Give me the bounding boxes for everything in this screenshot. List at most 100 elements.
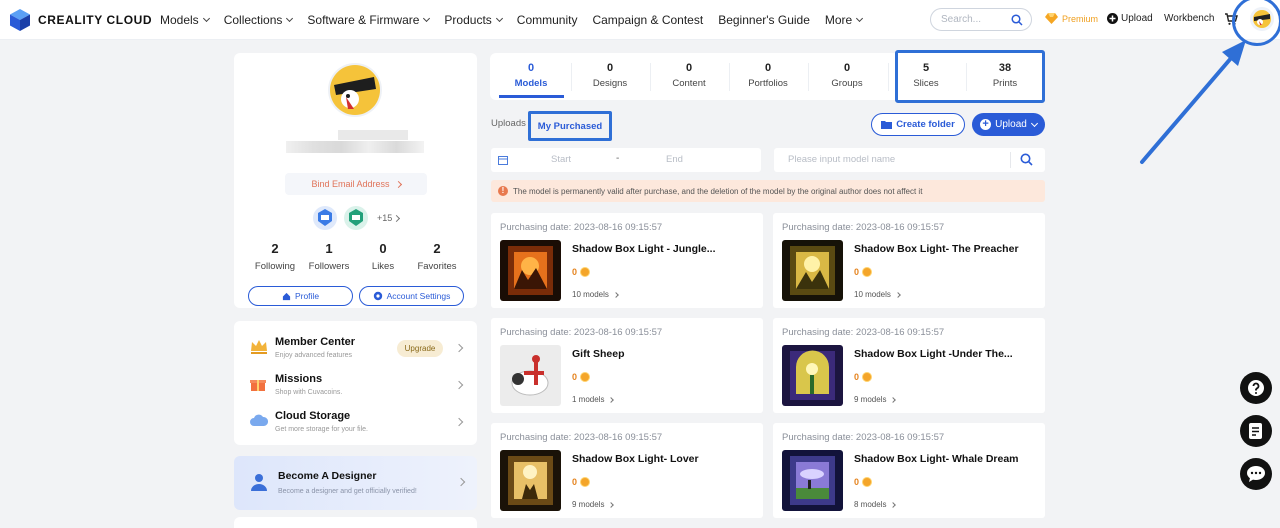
profile-avatar[interactable] (328, 63, 382, 117)
tab-label: Designs (592, 78, 628, 89)
model-thumbnail-image[interactable] (500, 240, 561, 301)
stat-following[interactable]: 2 Following (248, 241, 302, 272)
bind-email-label: Bind Email Address (311, 179, 390, 189)
model-search (774, 148, 1045, 172)
header-search-input[interactable] (941, 14, 1011, 25)
purchase-card[interactable]: Purchasing date: 2023-08-16 09:15:57 Sha… (773, 318, 1045, 413)
crown-icon (251, 340, 267, 354)
tab-models[interactable]: 0 Models (492, 53, 570, 100)
model-thumbnail-image[interactable] (500, 450, 561, 511)
models-count-link[interactable]: 10 models (854, 290, 901, 299)
nav-beginners-guide[interactable]: Beginner's Guide (718, 13, 810, 27)
profile-button[interactable]: Profile (248, 286, 353, 306)
date-start-field[interactable]: Start (551, 154, 571, 165)
model-title[interactable]: Shadow Box Light- The Preacher (854, 243, 1019, 255)
upload-button[interactable]: + Upload (972, 113, 1045, 136)
nav-more[interactable]: More (824, 13, 864, 27)
search-icon[interactable] (1011, 14, 1023, 26)
missions-item[interactable]: Missions Shop with Cuvacoins. (248, 372, 468, 406)
purchase-card[interactable]: Purchasing date: 2023-08-16 09:15:57 Sha… (491, 213, 763, 308)
nav-more-label: More (824, 13, 853, 27)
member-center-item[interactable]: Member Center Enjoy advanced features Up… (248, 335, 468, 369)
coin-icon (862, 372, 873, 382)
model-title[interactable]: Shadow Box Light- Whale Dream (854, 453, 1019, 465)
purchase-card[interactable]: Purchasing date: 2023-08-16 09:15:57 Sha… (773, 213, 1045, 308)
purchase-notice: ! The model is permanently valid after p… (491, 180, 1045, 202)
model-price: 0 (854, 267, 873, 277)
date-end-field[interactable]: End (666, 154, 683, 165)
become-designer-card[interactable]: Become A Designer Become a designer and … (234, 456, 477, 510)
model-price: 0 (572, 267, 591, 277)
purchase-date: Purchasing date: 2023-08-16 09:15:57 (782, 222, 945, 233)
chevron-down-icon (495, 14, 503, 23)
nav-guide-label: Beginner's Guide (718, 13, 810, 27)
nav-software-firmware[interactable]: Software & Firmware (307, 13, 431, 27)
price-value: 0 (854, 477, 860, 487)
calendar-icon (498, 156, 508, 165)
help-icon[interactable] (1240, 372, 1272, 404)
cloud-storage-item[interactable]: Cloud Storage Get more storage for your … (248, 409, 468, 443)
header-upload-button[interactable]: Upload (1107, 13, 1153, 24)
models-count-link[interactable]: 9 models (572, 500, 615, 509)
missions-subtitle: Shop with Cuvacoins. (275, 389, 343, 396)
model-thumbnail-image[interactable] (500, 345, 561, 406)
model-title[interactable]: Shadow Box Light- Lover (572, 453, 699, 465)
nav-community[interactable]: Community (517, 13, 578, 27)
create-folder-button[interactable]: Create folder (871, 113, 965, 136)
stat-likes[interactable]: 0 Likes (356, 241, 410, 272)
chat-icon[interactable] (1240, 458, 1272, 490)
purchase-card[interactable]: Purchasing date: 2023-08-16 09:15:57 Sha… (773, 423, 1045, 518)
account-settings-button[interactable]: Account Settings (359, 286, 464, 306)
premium-link[interactable]: Premium (1045, 13, 1098, 24)
badges-more: +15 (377, 213, 393, 223)
date-range-picker[interactable]: Start - End (491, 148, 761, 172)
tab-portfolios[interactable]: 0 Portfolios (729, 53, 807, 100)
models-count-link[interactable]: 1 models (572, 395, 615, 404)
folder-icon (881, 121, 893, 129)
stat-value: 2 (271, 241, 279, 256)
brand-logo[interactable]: CREALITY CLOUD (8, 8, 152, 32)
sidebar-next-card (234, 517, 477, 528)
upgrade-button[interactable]: Upgrade (397, 340, 443, 357)
models-count: 9 models (854, 395, 887, 404)
models-count-link[interactable]: 9 models (854, 395, 897, 404)
date-separator: - (616, 153, 620, 164)
models-count-link[interactable]: 10 models (572, 290, 619, 299)
annotation-arrow-icon (1140, 40, 1246, 164)
nav-models[interactable]: Models (160, 13, 210, 27)
workbench-link[interactable]: Workbench (1164, 13, 1214, 24)
badge-blue-icon (313, 206, 337, 230)
purchase-card[interactable]: Purchasing date: 2023-08-16 09:15:57 Gif… (491, 318, 763, 413)
badges-row[interactable]: +15 (313, 206, 401, 230)
feedback-icon[interactable] (1240, 415, 1272, 447)
search-icon[interactable] (1020, 153, 1033, 166)
nav-products[interactable]: Products (444, 13, 503, 27)
bind-email-button[interactable]: Bind Email Address (285, 173, 427, 195)
models-count-link[interactable]: 8 models (854, 500, 897, 509)
subtab-uploads[interactable]: Uploads (491, 118, 526, 129)
chevron-right-icon (394, 180, 402, 188)
tab-label: Groups (831, 78, 863, 89)
nav-campaign-contest[interactable]: Campaign & Contest (592, 13, 703, 27)
model-thumbnail-image[interactable] (782, 240, 843, 301)
model-title[interactable]: Gift Sheep (572, 348, 625, 360)
diamond-icon (1045, 13, 1058, 24)
nav-collections[interactable]: Collections (224, 13, 294, 27)
model-thumbnail-image[interactable] (782, 450, 843, 511)
chevron-down-icon (1030, 119, 1038, 127)
purchase-card[interactable]: Purchasing date: 2023-08-16 09:15:57 Sha… (491, 423, 763, 518)
tab-groups[interactable]: 0 Groups (808, 53, 886, 100)
stat-followers[interactable]: 1 Followers (302, 241, 356, 272)
model-title[interactable]: Shadow Box Light - Jungle... (572, 243, 716, 255)
stat-favorites[interactable]: 2 Favorites (410, 241, 464, 272)
tab-designs[interactable]: 0 Designs (571, 53, 649, 100)
model-thumbnail-image[interactable] (782, 345, 843, 406)
stat-value: 2 (433, 241, 441, 256)
chevron-down-icon (202, 14, 210, 23)
model-search-input[interactable] (788, 154, 988, 165)
tab-content[interactable]: 0 Content (650, 53, 728, 100)
subtab-my-purchased[interactable]: My Purchased (528, 111, 612, 141)
stat-label: Likes (371, 261, 395, 272)
model-title[interactable]: Shadow Box Light -Under The... (854, 348, 1013, 360)
chevron-right-icon (454, 380, 464, 390)
